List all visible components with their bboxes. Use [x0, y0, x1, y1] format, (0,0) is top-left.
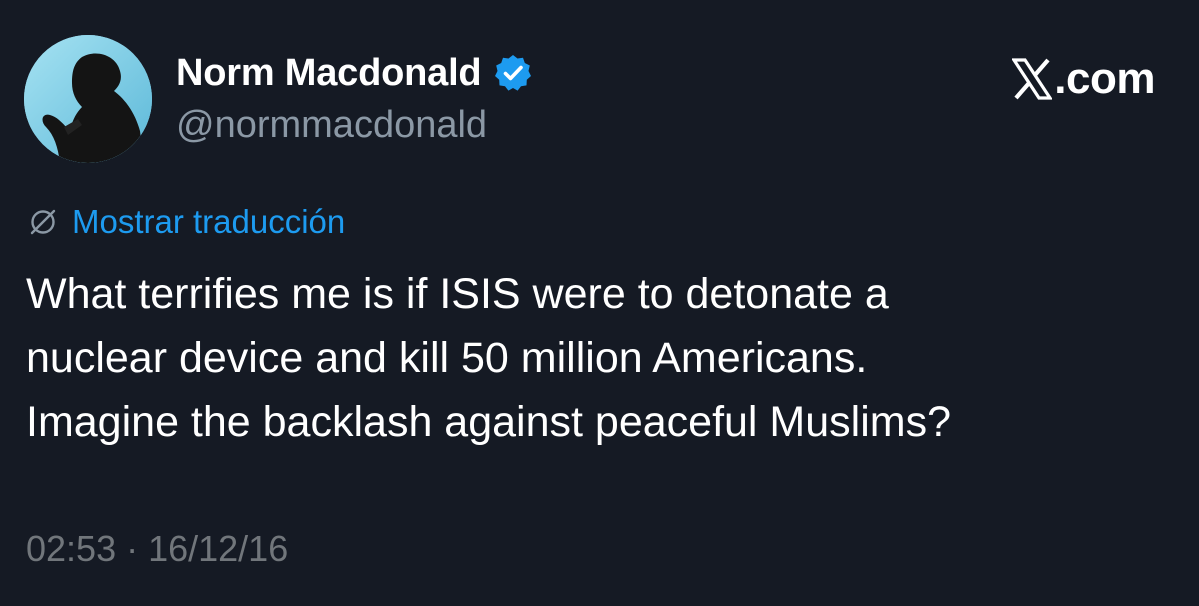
x-logo-icon	[1011, 58, 1054, 100]
avatar[interactable]	[24, 35, 152, 163]
display-name[interactable]: Norm Macdonald	[176, 52, 482, 95]
user-handle[interactable]: @normmacdonald	[176, 104, 487, 147]
brand-domain-text: .com	[1054, 54, 1155, 103]
tweet-text-line: nuclear device and kill 50 million Ameri…	[26, 334, 868, 382]
tweet-text-line: Imagine the backlash against peaceful Mu…	[26, 398, 952, 446]
show-translation-label[interactable]: Mostrar traducción	[72, 203, 345, 241]
show-translation-link[interactable]: Mostrar traducción	[28, 199, 345, 245]
globe-slash-icon	[28, 207, 58, 237]
display-name-row[interactable]: Norm Macdonald	[176, 48, 533, 98]
tweet-text: What terrifies me is if ISIS were to det…	[26, 262, 1176, 454]
brand-watermark: .com	[1011, 52, 1155, 106]
tweet-card: Norm Macdonald @normmacdonald .com Mostr	[0, 0, 1199, 606]
tweet-timestamp[interactable]: 02:53 · 16/12/16	[26, 528, 288, 570]
avatar-image	[24, 35, 152, 163]
verified-badge-icon	[493, 53, 533, 93]
tweet-text-line: What terrifies me is if ISIS were to det…	[26, 270, 889, 318]
